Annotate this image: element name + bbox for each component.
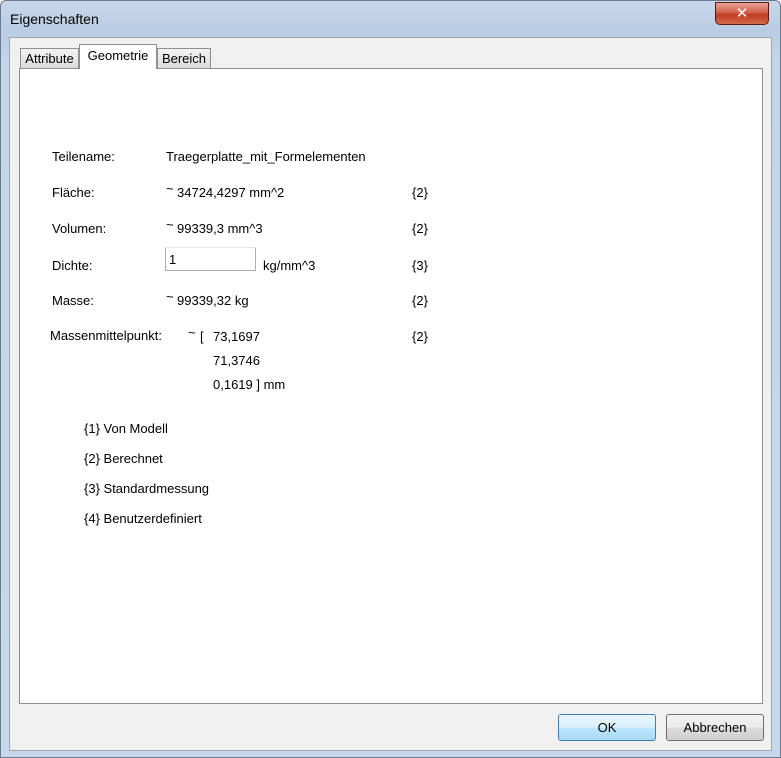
volumen-label: Volumen: (52, 221, 107, 236)
massenmittelpunkt-z: 0,1619 ] mm (213, 377, 286, 392)
flaeche-value: 34724,4297 mm^2 (177, 185, 285, 200)
teilename-label: Teilename: (52, 149, 115, 164)
cancel-button[interactable]: Abbrechen (666, 714, 764, 741)
dichte-source: {3} (412, 258, 428, 273)
geometry-panel (19, 68, 763, 704)
flaeche-source: {2} (412, 185, 428, 200)
masse-value: 99339,32 kg (177, 293, 249, 308)
window-title: Eigenschaften (10, 11, 99, 27)
legend-item-von-modell: {1} Von Modell (84, 421, 168, 436)
properties-dialog: Eigenschaften ✕ Attribute Geometrie Bere… (0, 0, 781, 758)
ok-button[interactable]: OK (558, 714, 656, 741)
massenmittelpunkt-approx: ~ (188, 325, 196, 340)
volumen-value: 99339,3 mm^3 (177, 221, 263, 236)
flaeche-approx: ~ (166, 181, 174, 196)
massenmittelpunkt-label: Massenmittelpunkt: (50, 328, 162, 343)
close-button[interactable]: ✕ (715, 2, 769, 25)
volumen-source: {2} (412, 221, 428, 236)
tab-bereich-label: Bereich (161, 51, 207, 66)
tab-attribute-label: Attribute (25, 51, 74, 66)
masse-source: {2} (412, 293, 428, 308)
massenmittelpunkt-x: 73,1697 (213, 329, 260, 344)
masse-approx: ~ (166, 289, 174, 304)
close-icon: ✕ (735, 5, 749, 22)
massenmittelpunkt-bracket: [ (200, 329, 204, 344)
title-bar[interactable]: Eigenschaften ✕ (1, 1, 780, 37)
flaeche-label: Fläche: (52, 185, 95, 200)
dichte-unit: kg/mm^3 (263, 258, 316, 273)
ok-button-label: OK (597, 720, 617, 735)
dichte-label: Dichte: (52, 258, 93, 273)
legend-item-benutzerdefiniert: {4} Benutzerdefiniert (84, 511, 202, 526)
legend-item-standardmessung: {3} Standardmessung (84, 481, 210, 496)
tab-geometrie[interactable]: Geometrie (79, 44, 157, 69)
tab-bereich[interactable]: Bereich (157, 48, 211, 68)
tab-attribute[interactable]: Attribute (20, 48, 79, 68)
cancel-button-label: Abbrechen (683, 720, 747, 735)
massenmittelpunkt-source: {2} (412, 329, 428, 344)
dichte-input[interactable] (165, 247, 256, 271)
tab-geometrie-label: Geometrie (87, 48, 149, 63)
legend-item-berechnet: {2} Berechnet (84, 451, 163, 466)
teilename-value: Traegerplatte_mit_Formelementen (166, 149, 366, 164)
masse-label: Masse: (52, 293, 94, 308)
volumen-approx: ~ (166, 217, 174, 232)
massenmittelpunkt-y: 71,3746 (213, 353, 260, 368)
